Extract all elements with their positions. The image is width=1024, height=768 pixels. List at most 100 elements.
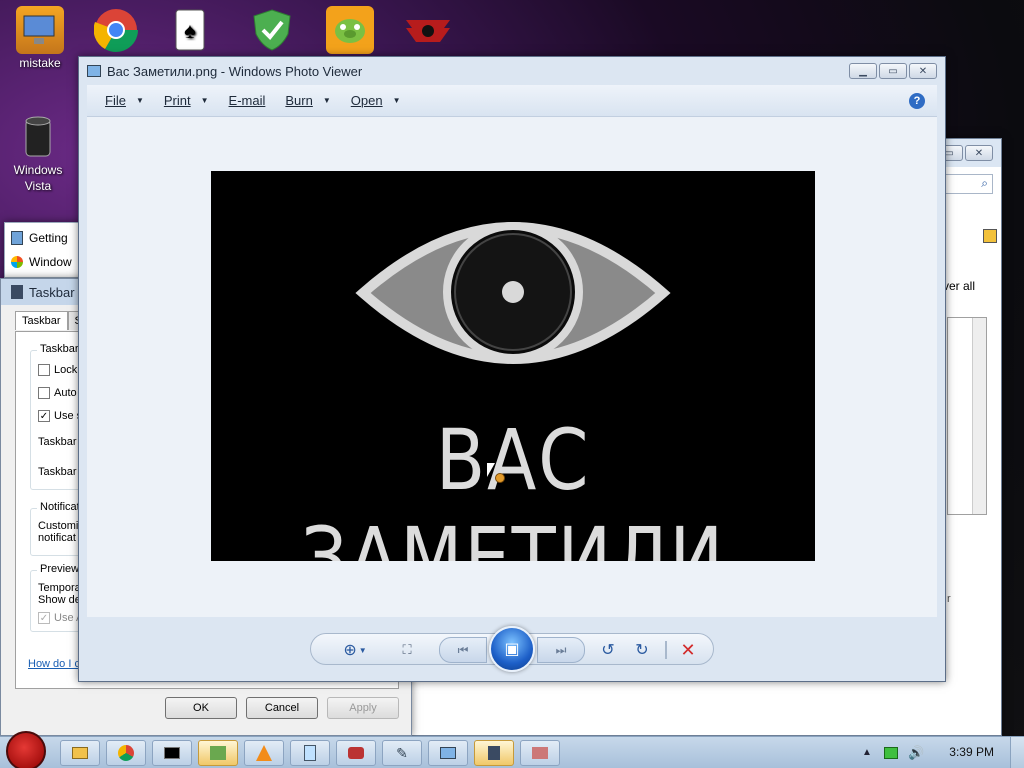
taskbar-taskbar-properties[interactable] — [474, 740, 514, 766]
next-icon[interactable]: ⏭ — [537, 637, 585, 663]
network-icon[interactable] — [884, 747, 898, 759]
minimize-button[interactable]: ▁ — [849, 63, 877, 79]
menu-print[interactable]: Print ▼ — [156, 93, 217, 108]
menu-file[interactable]: File ▼ — [97, 93, 152, 108]
help-link[interactable]: How do I c — [28, 658, 80, 670]
chevron-down-icon: ▼ — [200, 96, 209, 105]
tab-taskbar[interactable]: Taskbar — [15, 311, 68, 330]
preview-text: Tempora — [38, 582, 81, 594]
start-button[interactable] — [6, 731, 46, 768]
rotate-left-icon[interactable]: ↺ — [597, 637, 619, 663]
help-icon[interactable]: ? — [909, 92, 925, 109]
auto-hide-checkbox[interactable]: Auto — [38, 387, 77, 399]
taskbar-cmd[interactable] — [152, 740, 192, 766]
desktop-icon-chrome[interactable] — [78, 6, 154, 56]
list-item[interactable]: Getting — [11, 231, 68, 245]
taskbar-location-label: Taskbar — [38, 436, 77, 448]
checkbox-label: Lock — [54, 364, 78, 376]
previous-icon[interactable]: ⏮ — [439, 637, 487, 663]
chevron-down-icon: ▼ — [322, 96, 331, 105]
small-icons-checkbox[interactable]: ✓ Use s — [38, 410, 82, 422]
rotate-right-icon[interactable]: ↻ — [631, 637, 653, 663]
search-input[interactable]: ⌕ — [943, 174, 993, 194]
chrome-icon — [118, 745, 134, 761]
slideshow-icon: ▣ — [504, 641, 520, 658]
menu-open[interactable]: Open ▼ — [343, 93, 409, 108]
desktop-icon-emblem[interactable] — [390, 6, 466, 56]
taskbar-feather[interactable]: ✎ — [382, 740, 422, 766]
desktop-icon-mistake[interactable]: mistake — [2, 6, 78, 70]
list-item[interactable]: Window — [11, 255, 72, 269]
angry-birds-pig-icon — [326, 6, 374, 54]
close-button[interactable]: ✕ — [909, 63, 937, 79]
desktop-icon-angry-birds[interactable] — [312, 6, 388, 56]
eye-icon — [355, 222, 671, 364]
lock-taskbar-checkbox[interactable]: Lock — [38, 364, 77, 376]
chrome-icon — [92, 6, 140, 54]
security-shield-icon — [248, 6, 296, 54]
chevron-down-icon: ▼ — [135, 96, 144, 105]
menu-email[interactable]: E-mail — [221, 93, 274, 108]
delete-icon[interactable]: ✕ — [677, 637, 699, 663]
checkbox-box[interactable]: ✓ — [38, 410, 50, 422]
folder-icon — [72, 747, 88, 759]
taskbar-app[interactable] — [336, 740, 376, 766]
list-item-label: Getting — [29, 231, 68, 245]
checkbox-box[interactable] — [38, 387, 50, 399]
image-caption-text: ВАС ЗАМЕТИЛИ — [300, 411, 725, 561]
menu-label: Open — [350, 93, 383, 108]
notification-text: notificat — [38, 532, 76, 544]
taskbar-explorer[interactable] — [60, 740, 100, 766]
feather-icon: ✎ — [396, 744, 408, 761]
notification-text: Customiz — [38, 520, 84, 532]
zoom-icon[interactable]: ⊕ ▼ — [337, 637, 373, 663]
close-button[interactable]: ✕ — [965, 145, 993, 161]
menu-label: Print — [163, 93, 191, 108]
scrollbar[interactable] — [972, 318, 986, 514]
taskbar-chrome[interactable] — [106, 740, 146, 766]
menu-burn[interactable]: Burn ▼ — [277, 93, 338, 108]
preview-text: Show de — [38, 594, 81, 606]
slideshow-button[interactable]: ▣ — [489, 626, 535, 672]
photo-viewer-window[interactable]: Вас Заметили.png - Windows Photo Viewer … — [78, 56, 946, 682]
menu-label: File — [105, 93, 126, 108]
volume-icon[interactable]: 🔊 — [908, 745, 924, 761]
taskbar-buttons-label: Taskbar — [38, 466, 77, 478]
desktop-icon-label: mistake — [19, 56, 61, 70]
red-emblem-icon — [404, 6, 452, 54]
cancel-button[interactable]: Cancel — [246, 697, 318, 719]
taskbar-photo-viewer[interactable] — [428, 740, 468, 766]
notepad-icon — [304, 745, 316, 761]
getting-started-window[interactable]: Getting Window — [4, 222, 82, 278]
background-window-text: ver all — [943, 279, 976, 293]
taskbar-notepad[interactable] — [290, 740, 330, 766]
mouse-cursor-icon — [487, 463, 495, 477]
window-title: Вас Заметили.png - Windows Photo Viewer — [107, 63, 363, 79]
search-icon[interactable]: ⌕ — [981, 176, 988, 191]
app-icon — [983, 229, 997, 243]
ok-button[interactable]: OK — [165, 697, 237, 719]
document-icon — [11, 231, 23, 245]
taskbar-app-active[interactable] — [198, 740, 238, 766]
photo-viewer-app-icon — [87, 65, 101, 77]
maximize-button[interactable]: ▭ — [879, 63, 907, 79]
busy-indicator-icon — [495, 473, 505, 483]
photo-viewer-menubar: File ▼ Print ▼ E-mail Burn ▼ Open ▼ ? — [87, 85, 937, 117]
use-aero-peek-checkbox[interactable]: ✓ Use A — [38, 612, 83, 624]
system-clock[interactable]: 3:39 PM — [949, 745, 994, 759]
checkbox-box[interactable] — [38, 364, 50, 376]
command-prompt-icon — [164, 747, 180, 759]
show-desktop-button[interactable] — [1010, 737, 1024, 768]
checkbox-box[interactable]: ✓ — [38, 612, 50, 624]
taskbar-app-2[interactable] — [520, 740, 560, 766]
apply-button[interactable]: Apply — [327, 697, 399, 719]
desktop-icon-recycle-bin[interactable]: Windows Vista — [0, 112, 76, 194]
background-window-list[interactable] — [947, 317, 987, 515]
taskbar-vlc[interactable] — [244, 740, 284, 766]
svg-text:♠: ♠ — [184, 18, 196, 43]
actual-size-icon[interactable]: ⛶ — [393, 637, 421, 663]
show-hidden-icons-chevron-icon[interactable]: ▲ — [862, 747, 872, 758]
desktop-icon-security[interactable] — [234, 6, 310, 56]
desktop-icon-solitaire[interactable]: ♠ — [152, 6, 228, 56]
vlc-icon — [256, 745, 272, 761]
